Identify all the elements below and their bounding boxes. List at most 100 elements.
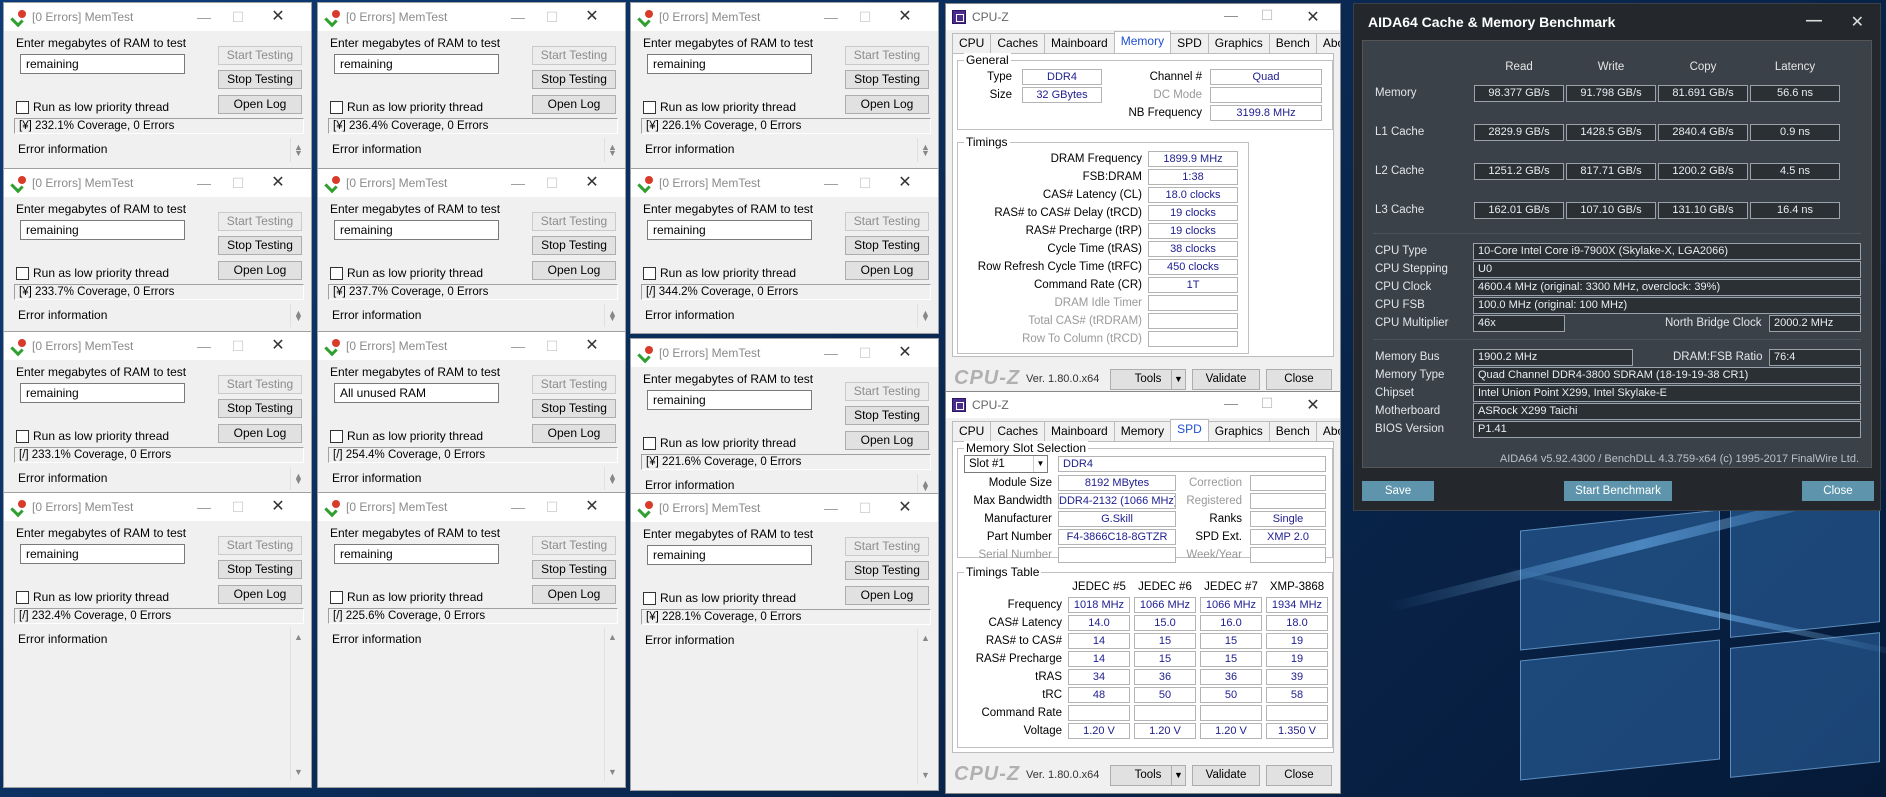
open-log-button[interactable]: Open Log xyxy=(218,585,302,604)
open-log-button[interactable]: Open Log xyxy=(532,261,616,280)
minimize-icon[interactable]: — xyxy=(1218,395,1244,411)
tab-bench[interactable]: Bench xyxy=(1268,33,1317,53)
close-icon[interactable]: ✕ xyxy=(890,173,920,193)
memtest-titlebar[interactable]: [0 Errors] MemTest — ☐ ✕ xyxy=(631,494,938,522)
scrollbar[interactable]: ▲ ▼ xyxy=(290,304,304,327)
close-icon[interactable]: ✕ xyxy=(890,498,920,518)
checkbox-box[interactable] xyxy=(330,100,343,114)
scroll-down-icon[interactable]: ▼ xyxy=(921,483,930,493)
tab-spd[interactable]: SPD xyxy=(1170,419,1209,441)
scrollbar[interactable]: ▲ ▼ xyxy=(917,629,931,784)
ram-amount-input[interactable]: remaining xyxy=(334,54,499,74)
minimize-icon[interactable]: — xyxy=(1806,12,1822,30)
low-priority-checkbox[interactable]: Run as low priority thread xyxy=(643,436,796,450)
scroll-down-icon[interactable]: ▼ xyxy=(608,476,617,486)
open-log-button[interactable]: Open Log xyxy=(218,95,302,114)
low-priority-checkbox[interactable]: Run as low priority thread xyxy=(16,266,169,280)
minimize-icon[interactable]: — xyxy=(189,7,219,27)
minimize-icon[interactable]: — xyxy=(503,336,533,356)
low-priority-checkbox[interactable]: Run as low priority thread xyxy=(16,100,169,114)
cpuz-titlebar[interactable]: CPU-Z — ☐ ✕ xyxy=(946,392,1340,418)
memtest-titlebar[interactable]: [0 Errors] MemTest — ☐ ✕ xyxy=(318,332,625,360)
scrollbar[interactable]: ▲ ▼ xyxy=(604,138,618,162)
checkbox-box[interactable] xyxy=(643,436,656,450)
checkbox-box[interactable] xyxy=(643,591,656,605)
save-button[interactable]: Save xyxy=(1362,481,1434,501)
low-priority-checkbox[interactable]: Run as low priority thread xyxy=(16,429,169,443)
close-icon[interactable]: ✕ xyxy=(263,497,293,517)
close-icon[interactable]: ✕ xyxy=(1300,7,1326,27)
minimize-icon[interactable]: — xyxy=(503,7,533,27)
stop-testing-button[interactable]: Stop Testing xyxy=(532,70,616,89)
open-log-button[interactable]: Open Log xyxy=(845,95,929,114)
checkbox-box[interactable] xyxy=(643,266,656,280)
scrollbar[interactable]: ▲ ▼ xyxy=(290,628,304,781)
chevron-down-icon[interactable]: ▼ xyxy=(1033,456,1047,472)
minimize-icon[interactable]: — xyxy=(816,343,846,363)
tab-caches[interactable]: Caches xyxy=(990,33,1046,53)
stop-testing-button[interactable]: Stop Testing xyxy=(532,399,616,418)
stop-testing-button[interactable]: Stop Testing xyxy=(532,236,616,255)
scrollbar[interactable]: ▲ ▼ xyxy=(604,304,618,327)
scroll-down-icon[interactable]: ▼ xyxy=(921,313,930,323)
scrollbar[interactable]: ▲ ▼ xyxy=(604,467,618,490)
memtest-titlebar[interactable]: [0 Errors] MemTest — ☐ ✕ xyxy=(318,169,625,197)
low-priority-checkbox[interactable]: Run as low priority thread xyxy=(643,591,796,605)
minimize-icon[interactable]: — xyxy=(189,336,219,356)
minimize-icon[interactable]: — xyxy=(189,173,219,193)
stop-testing-button[interactable]: Stop Testing xyxy=(218,70,302,89)
validate-button[interactable]: Validate xyxy=(1192,369,1260,390)
start-benchmark-button[interactable]: Start Benchmark xyxy=(1564,481,1672,501)
validate-button[interactable]: Validate xyxy=(1192,765,1260,786)
ram-amount-input[interactable]: remaining xyxy=(647,54,812,74)
minimize-icon[interactable]: — xyxy=(816,7,846,27)
checkbox-box[interactable] xyxy=(16,100,29,114)
memtest-titlebar[interactable]: [0 Errors] MemTest — ☐ ✕ xyxy=(4,3,311,31)
stop-testing-button[interactable]: Stop Testing xyxy=(845,561,929,580)
memtest-titlebar[interactable]: [0 Errors] MemTest — ☐ ✕ xyxy=(631,169,938,197)
stop-testing-button[interactable]: Stop Testing xyxy=(845,406,929,425)
stop-testing-button[interactable]: Stop Testing xyxy=(218,560,302,579)
checkbox-box[interactable] xyxy=(330,429,343,443)
tab-graphics[interactable]: Graphics xyxy=(1207,33,1270,53)
close-button[interactable]: Close xyxy=(1266,765,1332,786)
low-priority-checkbox[interactable]: Run as low priority thread xyxy=(330,590,483,604)
ram-amount-input[interactable]: remaining xyxy=(647,545,812,565)
close-button[interactable]: Close xyxy=(1266,369,1332,390)
scroll-down-icon[interactable]: ▼ xyxy=(294,767,303,777)
slot-select[interactable]: Slot #1 ▼ xyxy=(964,455,1048,473)
stop-testing-button[interactable]: Stop Testing xyxy=(845,70,929,89)
close-icon[interactable]: ✕ xyxy=(577,336,607,356)
ram-amount-input[interactable]: remaining xyxy=(647,220,812,240)
memtest-titlebar[interactable]: [0 Errors] MemTest — ☐ ✕ xyxy=(631,339,938,367)
close-icon[interactable]: ✕ xyxy=(890,343,920,363)
cpuz-titlebar[interactable]: CPU-Z — ☐ ✕ xyxy=(946,4,1340,30)
stop-testing-button[interactable]: Stop Testing xyxy=(218,236,302,255)
close-icon[interactable]: ✕ xyxy=(263,7,293,27)
ram-amount-input[interactable]: remaining xyxy=(334,220,499,240)
open-log-button[interactable]: Open Log xyxy=(845,261,929,280)
memtest-titlebar[interactable]: [0 Errors] MemTest — ☐ ✕ xyxy=(4,169,311,197)
checkbox-box[interactable] xyxy=(643,100,656,114)
tab-mainboard[interactable]: Mainboard xyxy=(1044,421,1115,441)
tab-caches[interactable]: Caches xyxy=(990,421,1046,441)
scroll-down-icon[interactable]: ▼ xyxy=(608,313,617,323)
open-log-button[interactable]: Open Log xyxy=(218,261,302,280)
close-icon[interactable]: ✕ xyxy=(263,173,293,193)
checkbox-box[interactable] xyxy=(16,266,29,280)
tab-about[interactable]: About xyxy=(1315,33,1340,53)
minimize-icon[interactable]: — xyxy=(503,173,533,193)
memtest-titlebar[interactable]: [0 Errors] MemTest — ☐ ✕ xyxy=(4,332,311,360)
low-priority-checkbox[interactable]: Run as low priority thread xyxy=(330,100,483,114)
close-icon[interactable]: ✕ xyxy=(577,497,607,517)
scrollbar[interactable]: ▲ ▼ xyxy=(290,467,304,490)
minimize-icon[interactable]: — xyxy=(816,498,846,518)
close-icon[interactable]: ✕ xyxy=(577,173,607,193)
low-priority-checkbox[interactable]: Run as low priority thread xyxy=(643,100,796,114)
ram-amount-input[interactable]: remaining xyxy=(20,54,185,74)
ram-amount-input[interactable]: remaining xyxy=(20,383,185,403)
close-icon[interactable]: ✕ xyxy=(263,336,293,356)
scroll-down-icon[interactable]: ▼ xyxy=(608,767,617,777)
stop-testing-button[interactable]: Stop Testing xyxy=(845,236,929,255)
ram-amount-input[interactable]: remaining xyxy=(334,544,499,564)
